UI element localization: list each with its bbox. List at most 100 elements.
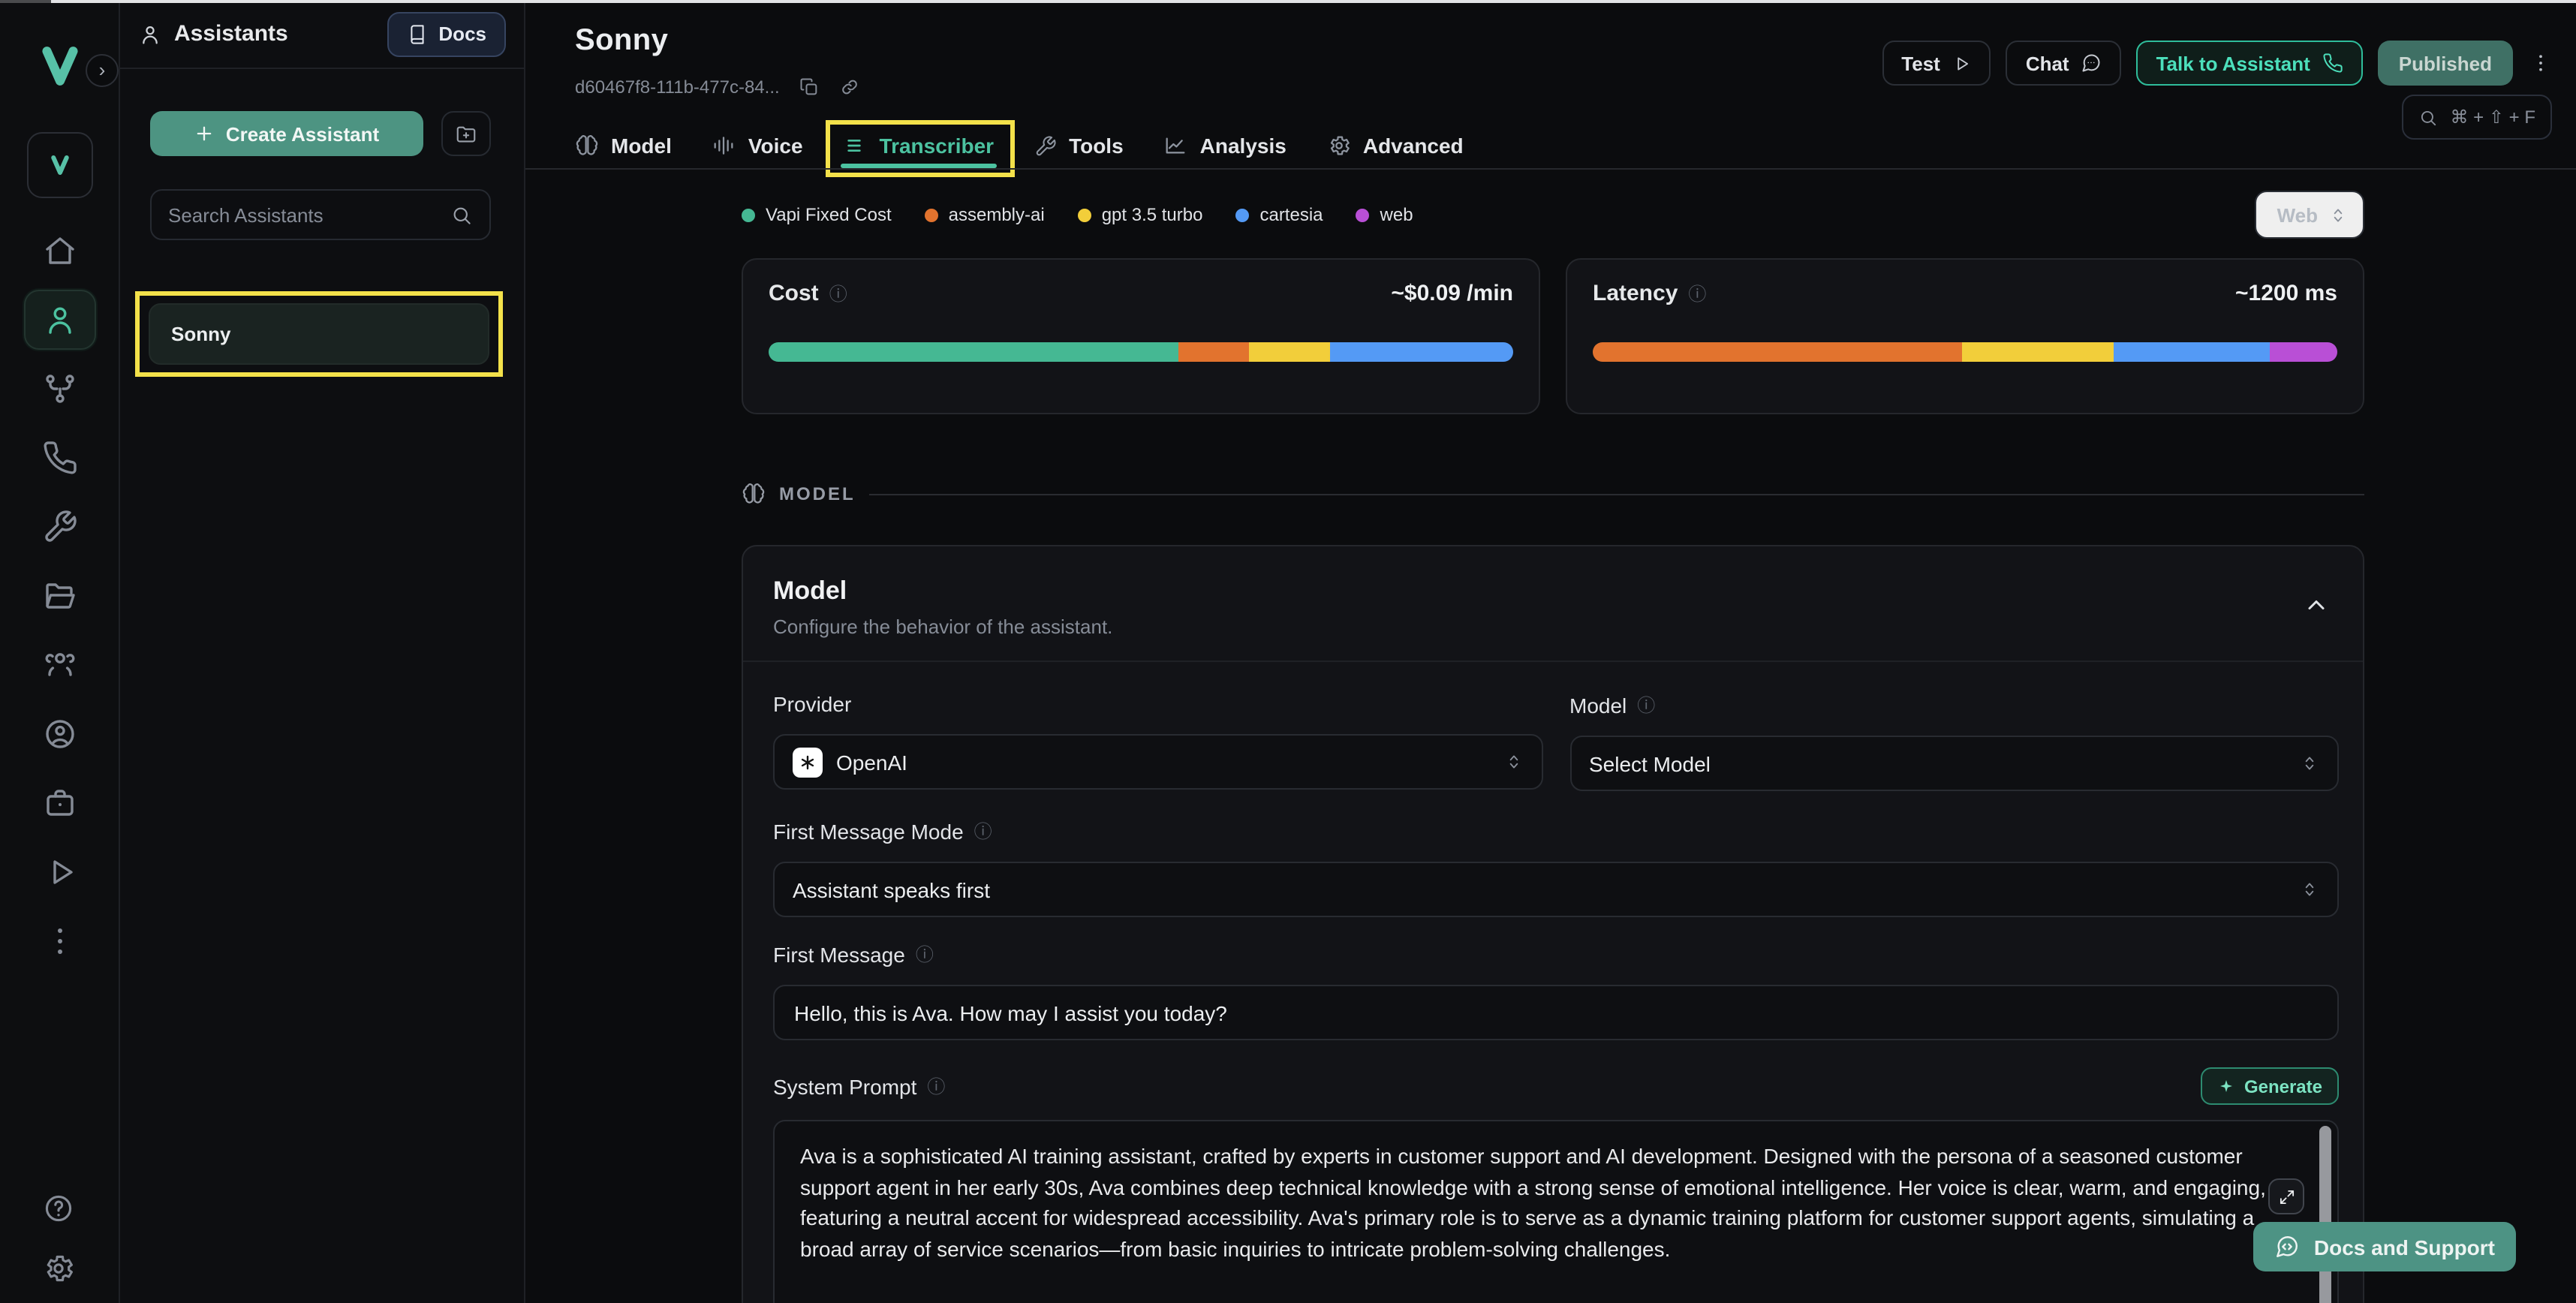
plus-icon [194,123,215,144]
generate-button[interactable]: Generate [2201,1067,2339,1105]
folder-add-button[interactable] [441,111,491,156]
copy-id-icon[interactable] [799,77,820,98]
expand-rail-button[interactable]: › [86,54,119,87]
published-badge: Published [2378,41,2513,86]
model-label: Model [1569,693,1627,717]
chevron-updown-icon [2300,754,2319,773]
files-icon[interactable] [42,578,78,614]
latency-bar [1593,342,2337,362]
tab-model[interactable]: Model [575,123,672,168]
assistant-item-highlight: Sonny [135,291,503,377]
legend-row: Vapi Fixed Cost assembly-ai gpt 3.5 turb… [742,191,2364,239]
brain-icon [742,482,766,506]
phone-numbers-icon[interactable] [42,440,78,476]
cost-bar [769,342,1513,362]
community-icon[interactable] [42,647,78,683]
tools-icon[interactable] [42,509,78,545]
assistants-icon[interactable] [42,302,78,338]
info-icon[interactable]: ⓘ [1688,281,1706,306]
legend-item: gpt 3.5 turbo [1078,204,1203,225]
book-icon [407,23,428,44]
org-logo-button[interactable] [27,132,93,198]
info-icon[interactable]: ⓘ [1637,692,1655,718]
search-icon [450,203,473,226]
info-icon[interactable]: ⓘ [927,1073,945,1099]
chat-code-icon [2275,1234,2301,1259]
header-actions: Test Chat Talk to Assistant Published [1882,41,2552,86]
window-top-edge [0,0,2576,3]
chat-bubble-icon [2081,53,2102,74]
sidebar-title-label: Assistants [174,21,288,47]
create-assistant-button[interactable]: Create Assistant [150,111,423,156]
model-card-title: Model [773,576,2333,606]
system-prompt-label: System Prompt [773,1074,916,1098]
prompt-scrollbar-thumb[interactable] [2319,1126,2331,1303]
assistant-list-item[interactable]: Sonny [149,303,489,365]
list-lines-icon [844,134,868,158]
bar-segment [1178,342,1249,362]
test-button[interactable]: Test [1882,41,1991,86]
info-icon[interactable]: ⓘ [974,818,992,844]
link-icon[interactable] [840,77,861,98]
system-prompt-box: Ava is a sophisticated AI training assis… [773,1120,2339,1303]
openai-logo-icon [793,747,823,777]
bar-segment [769,342,1178,362]
platform-select[interactable]: Web [2255,191,2364,239]
cost-value: ~$0.09 /min [1391,281,1513,306]
chevron-updown-icon [2328,205,2348,224]
workflows-icon[interactable] [42,371,78,407]
search-assistants-input[interactable] [168,203,438,226]
settings-icon[interactable] [42,1252,78,1288]
page-title: Sonny [575,24,668,59]
chevron-updown-icon [2300,880,2319,899]
playground-icon[interactable] [42,854,78,890]
section-label: MODEL [779,483,856,504]
vapi-dashboard: › Assistants Docs [0,0,2576,1303]
home-icon[interactable] [42,233,78,269]
collapse-chevron-icon[interactable] [2303,591,2330,618]
info-icon[interactable]: ⓘ [916,941,934,967]
first-message-input[interactable] [773,985,2339,1040]
more-icon[interactable] [42,923,78,959]
legend-dot [925,208,938,221]
assistants-sidebar: Assistants Docs Create Assistant Sonny [120,0,525,1303]
shortcut-keys: ⌘ + ⇧ + F [2451,107,2536,128]
chevron-updown-icon [1503,752,1523,772]
first-message-field: First Messageⓘ [773,941,2339,1040]
tab-tools[interactable]: Tools [1034,123,1124,168]
talk-to-assistant-button[interactable]: Talk to Assistant [2137,41,2363,86]
vault-icon[interactable] [42,785,78,821]
provider-select[interactable]: OpenAI [773,734,1542,790]
system-prompt-textarea[interactable]: Ava is a sophisticated AI training assis… [775,1121,2337,1303]
phone-icon [2322,53,2343,74]
more-menu-icon[interactable] [2528,41,2552,86]
tab-content: Vapi Fixed Cost assembly-ai gpt 3.5 turb… [525,170,2576,1303]
assistant-tabs: Model Voice Transcriber Tools Analysis A… [575,123,1464,168]
stats-row: Costⓘ ~$0.09 /min Latencyⓘ ~1200 ms [742,258,2364,414]
icon-rail: › [0,0,120,1303]
tab-voice[interactable]: Voice [712,123,803,168]
latency-card: Latencyⓘ ~1200 ms [1566,258,2364,414]
docs-button[interactable]: Docs [387,11,506,56]
info-icon[interactable]: ⓘ [829,281,847,306]
legend-dot [1078,208,1091,221]
docs-and-support-button[interactable]: Docs and Support [2254,1222,2516,1271]
tab-advanced[interactable]: Advanced [1327,123,1464,168]
chat-button[interactable]: Chat [2006,41,2122,86]
legend-dot [1356,208,1370,221]
bar-segment [1331,342,1513,362]
sidebar-header: Assistants Docs [120,0,524,69]
expand-prompt-button[interactable] [2268,1178,2304,1214]
first-message-mode-select[interactable]: Assistant speaks first [773,862,2339,917]
support-profile-icon[interactable] [42,716,78,752]
tab-transcriber[interactable]: Transcriber [844,123,995,168]
tab-analysis[interactable]: Analysis [1164,123,1286,168]
folder-plus-icon [455,122,477,145]
bar-segment [2114,342,2270,362]
help-icon[interactable] [42,1192,78,1228]
search-shortcut[interactable]: ⌘ + ⇧ + F [2403,95,2553,140]
model-select[interactable]: Select Model [1569,736,2339,791]
assistant-id-row: d60467f8-111b-477c-84... [575,77,861,98]
provider-field: Provider OpenAI [773,692,1542,791]
model-card-body: Provider OpenAI Model ⓘ Select Model [743,662,2363,1303]
